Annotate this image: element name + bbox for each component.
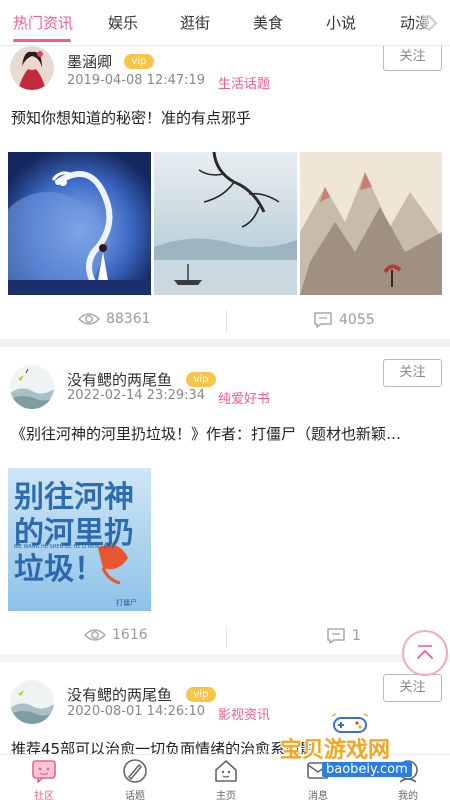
nav-label: 话题 xyxy=(125,791,145,800)
view-count: 88361 xyxy=(78,311,151,327)
post-text[interactable]: 预知你想知道的秘密！准的有点邪乎 xyxy=(11,107,436,128)
vip-badge: vip xyxy=(186,372,216,387)
follow-button[interactable]: 关注 xyxy=(383,359,442,387)
category-tab-bar: 热门资讯 娱乐 逛街 美食 小说 动漫 xyxy=(0,0,450,46)
view-count-value: 1616 xyxy=(112,627,148,643)
nav-label: 消息 xyxy=(308,791,328,800)
nav-label: 我的 xyxy=(398,791,418,800)
active-tab-indicator xyxy=(13,39,71,42)
post-time: 2020-08-01 14:26:10 xyxy=(67,704,206,719)
vip-badge: vip xyxy=(124,54,154,69)
nav-home[interactable]: 主页 xyxy=(196,757,256,800)
tab-novels[interactable]: 小说 xyxy=(326,12,356,33)
avatar[interactable] xyxy=(10,365,54,409)
eye-icon xyxy=(84,629,106,641)
view-count: 1616 xyxy=(84,627,148,643)
topic-tag[interactable]: 纯爱好书 xyxy=(218,388,270,407)
post-image[interactable] xyxy=(300,152,442,295)
avatar[interactable] xyxy=(10,680,54,724)
comment-icon xyxy=(314,312,332,328)
username[interactable]: 没有鳃的两尾鱼 xyxy=(67,684,172,705)
view-count-value: 88361 xyxy=(106,311,151,327)
scroll-to-top-button[interactable] xyxy=(402,630,448,676)
comment-count[interactable]: 1 xyxy=(326,627,361,645)
chevron-right-icon[interactable] xyxy=(422,11,442,35)
divider xyxy=(226,310,227,332)
vip-badge: vip xyxy=(186,687,216,702)
section-gap xyxy=(0,654,450,662)
nav-label: 主页 xyxy=(216,791,236,800)
topic-tag[interactable]: 生活话题 xyxy=(218,73,270,92)
tab-entertainment[interactable]: 娱乐 xyxy=(108,12,138,33)
follow-button[interactable]: 关注 xyxy=(383,674,442,702)
home-icon xyxy=(215,760,237,782)
post-time: 2022-02-14 23:29:34 xyxy=(67,388,206,403)
tab-food[interactable]: 美食 xyxy=(253,12,283,33)
watermark-text: 宝贝游戏网 xyxy=(280,738,391,763)
avatar[interactable] xyxy=(10,46,54,90)
post-image[interactable] xyxy=(8,152,151,295)
book-cover-title: 别往河神的河里扔垃圾！ xyxy=(14,480,134,587)
chevron-up-icon xyxy=(417,645,433,659)
comment-count-value: 4055 xyxy=(339,312,375,328)
follow-button[interactable]: 关注 xyxy=(383,43,442,71)
post-card[interactable]: 墨涵卿 vip 2019-04-08 12:47:19 生活话题 关注 预知你想… xyxy=(0,0,450,346)
book-cover-author: 打僵尸 xyxy=(116,599,137,607)
tab-hot-news[interactable]: 热门资讯 xyxy=(13,12,73,33)
watermark-url: baobeiy.com xyxy=(322,762,412,777)
nav-label: 社区 xyxy=(34,791,54,800)
comment-count-value: 1 xyxy=(352,628,361,644)
comment-icon xyxy=(327,628,345,644)
nav-topics[interactable]: 话题 xyxy=(105,757,165,800)
username[interactable]: 没有鳃的两尾鱼 xyxy=(67,369,172,390)
community-icon xyxy=(32,760,56,783)
post-card[interactable]: 没有鳃的两尾鱼 vip 2022-02-14 23:29:34 纯爱好书 关注 … xyxy=(0,347,450,662)
book-cover-pinyin: BIE WANG HE SHEN DE HE LI RENG LA JI xyxy=(14,544,115,550)
topic-icon xyxy=(123,759,147,783)
section-gap xyxy=(0,339,450,347)
post-text[interactable]: 《别往河神的河里扔垃圾！》作者：打僵尸（题材也新颖… xyxy=(11,423,436,444)
post-image[interactable] xyxy=(154,152,297,295)
tab-shopping[interactable]: 逛街 xyxy=(180,12,210,33)
eye-icon xyxy=(78,313,100,325)
topic-tag[interactable]: 影视资讯 xyxy=(218,704,270,723)
divider xyxy=(226,626,227,648)
book-cover-image[interactable]: 别往河神的河里扔垃圾！ BIE WANG HE SHEN DE HE LI RE… xyxy=(8,468,151,611)
nav-community[interactable]: 社区 xyxy=(14,757,74,800)
comment-count[interactable]: 4055 xyxy=(313,311,375,329)
post-time: 2019-04-08 12:47:19 xyxy=(67,73,206,88)
username[interactable]: 墨涵卿 xyxy=(67,51,112,72)
site-watermark: 宝贝游戏网 baobeiy.com xyxy=(272,712,450,782)
